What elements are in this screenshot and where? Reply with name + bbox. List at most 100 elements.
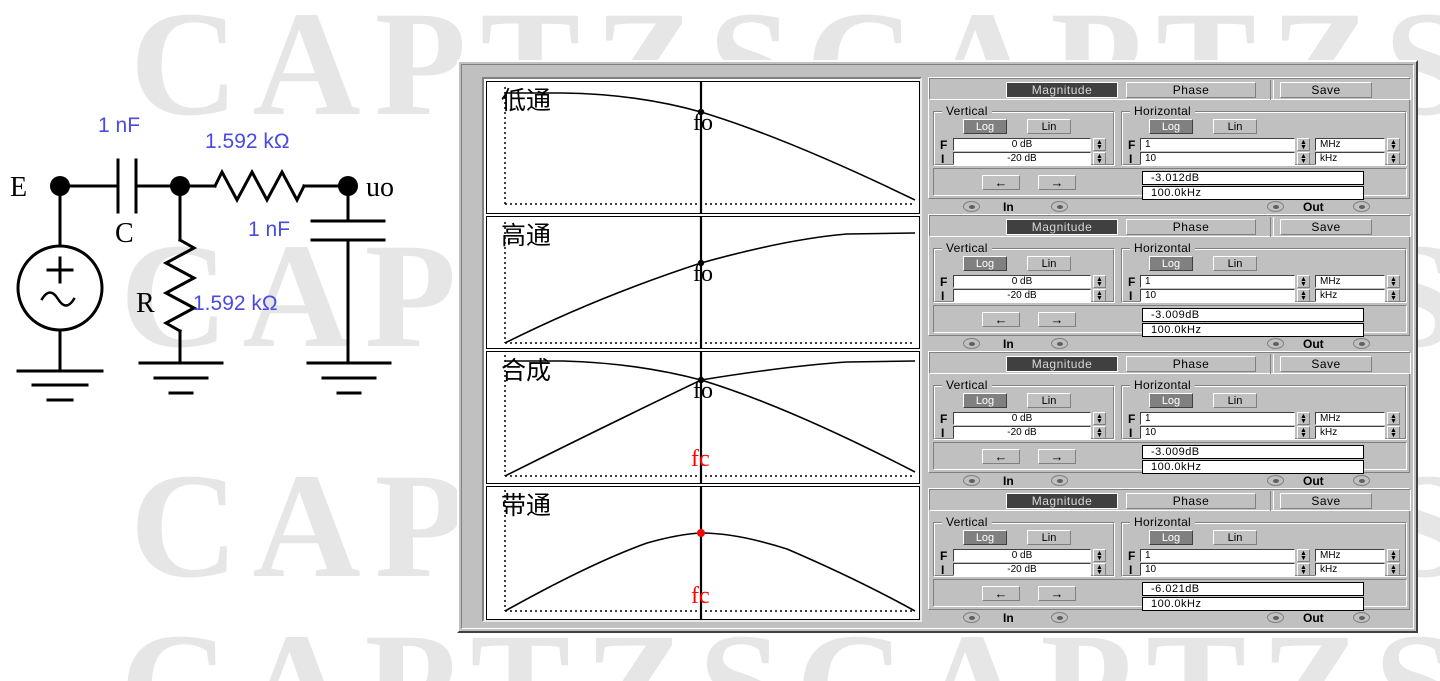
vertical-i-spinner[interactable]: ▲ ▼	[1093, 152, 1106, 165]
horizontal-i-unit-field[interactable]: kHz	[1315, 563, 1385, 576]
phase-button[interactable]: Phase	[1126, 82, 1256, 98]
horizontal-lin-button[interactable]: Lin	[1213, 256, 1257, 271]
horizontal-f-unit-field[interactable]: MHz	[1315, 138, 1385, 151]
horizontal-i-unit-field[interactable]: kHz	[1315, 152, 1385, 165]
in-terminal-right[interactable]	[1051, 612, 1068, 623]
horizontal-log-button[interactable]: Log	[1149, 256, 1193, 271]
vertical-f-spinner[interactable]: ▲ ▼	[1093, 412, 1106, 425]
vertical-i-spinner[interactable]: ▲ ▼	[1093, 289, 1106, 302]
vertical-lin-button[interactable]: Lin	[1027, 256, 1071, 271]
phase-button[interactable]: Phase	[1126, 493, 1256, 509]
horizontal-log-button[interactable]: Log	[1149, 119, 1193, 134]
vertical-lin-button[interactable]: Lin	[1027, 393, 1071, 408]
horizontal-f-spinner[interactable]: ▲ ▼	[1297, 138, 1310, 151]
horizontal-i-unit-field[interactable]: kHz	[1315, 289, 1385, 302]
out-terminal-right[interactable]	[1353, 338, 1370, 349]
horizontal-f-unit-field[interactable]: MHz	[1315, 412, 1385, 425]
cursor-right-button[interactable]: →	[1038, 449, 1076, 464]
horizontal-f-spinner[interactable]: ▲ ▼	[1297, 412, 1310, 425]
vertical-f-spinner[interactable]: ▲ ▼	[1093, 275, 1106, 288]
horizontal-i-spinner[interactable]: ▲ ▼	[1297, 152, 1310, 165]
magnitude-button[interactable]: Magnitude	[1006, 82, 1118, 98]
in-terminal-left[interactable]	[963, 338, 980, 349]
out-terminal-left[interactable]	[1267, 338, 1284, 349]
horizontal-lin-button[interactable]: Lin	[1213, 119, 1257, 134]
vertical-i-spinner[interactable]: ▲ ▼	[1093, 563, 1106, 576]
horizontal-f-unit-spinner[interactable]: ▲ ▼	[1387, 138, 1400, 151]
horizontal-f-unit-field[interactable]: MHz	[1315, 275, 1385, 288]
horizontal-i-field[interactable]: 10	[1140, 563, 1295, 576]
out-terminal-left[interactable]	[1267, 201, 1284, 212]
in-terminal-right[interactable]	[1051, 201, 1068, 212]
vertical-lin-button[interactable]: Lin	[1027, 530, 1071, 545]
vertical-f-spinner[interactable]: ▲ ▼	[1093, 549, 1106, 562]
horizontal-f-spinner[interactable]: ▲ ▼	[1297, 275, 1310, 288]
cursor-right-button[interactable]: →	[1038, 175, 1076, 190]
horizontal-i-spinner[interactable]: ▲ ▼	[1297, 426, 1310, 439]
plot-highpass[interactable]: 高通 fo	[486, 216, 920, 349]
horizontal-f-field[interactable]: 1	[1140, 412, 1295, 425]
vertical-f-spinner[interactable]: ▲ ▼	[1093, 138, 1106, 151]
cursor-left-button[interactable]: ←	[982, 449, 1020, 464]
phase-button[interactable]: Phase	[1126, 356, 1256, 372]
cursor-left-button[interactable]: ←	[982, 175, 1020, 190]
vertical-f-field[interactable]: 0 dB	[953, 412, 1091, 425]
phase-button[interactable]: Phase	[1126, 219, 1256, 235]
horizontal-f-unit-field[interactable]: MHz	[1315, 549, 1385, 562]
save-button[interactable]: Save	[1280, 356, 1372, 372]
vertical-lin-button[interactable]: Lin	[1027, 119, 1071, 134]
horizontal-f-field[interactable]: 1	[1140, 275, 1295, 288]
vertical-i-field[interactable]: -20 dB	[953, 563, 1091, 576]
vertical-i-field[interactable]: -20 dB	[953, 289, 1091, 302]
magnitude-button[interactable]: Magnitude	[1006, 493, 1118, 509]
plot-combined[interactable]: 合成 fo fc	[486, 351, 920, 484]
in-terminal-left[interactable]	[963, 475, 980, 486]
cursor-left-button[interactable]: ←	[982, 312, 1020, 327]
vertical-i-spinner[interactable]: ▲ ▼	[1093, 426, 1106, 439]
vertical-f-field[interactable]: 0 dB	[953, 275, 1091, 288]
magnitude-button[interactable]: Magnitude	[1006, 356, 1118, 372]
horizontal-f-unit-spinner[interactable]: ▲ ▼	[1387, 412, 1400, 425]
horizontal-i-unit-field[interactable]: kHz	[1315, 426, 1385, 439]
horizontal-i-unit-spinner[interactable]: ▲ ▼	[1387, 152, 1400, 165]
in-terminal-right[interactable]	[1051, 338, 1068, 349]
horizontal-log-button[interactable]: Log	[1149, 530, 1193, 545]
cursor-right-button[interactable]: →	[1038, 586, 1076, 601]
plot-bandpass[interactable]: 带通 fc	[486, 486, 920, 620]
vertical-f-field[interactable]: 0 dB	[953, 138, 1091, 151]
save-button[interactable]: Save	[1280, 219, 1372, 235]
plot-lowpass[interactable]: 低通 fo	[486, 81, 920, 214]
in-terminal-left[interactable]	[963, 612, 980, 623]
vertical-log-button[interactable]: Log	[963, 256, 1007, 271]
horizontal-f-field[interactable]: 1	[1140, 549, 1295, 562]
horizontal-f-unit-spinner[interactable]: ▲ ▼	[1387, 549, 1400, 562]
vertical-i-field[interactable]: -20 dB	[953, 152, 1091, 165]
horizontal-i-unit-spinner[interactable]: ▲ ▼	[1387, 289, 1400, 302]
out-terminal-right[interactable]	[1353, 475, 1370, 486]
magnitude-button[interactable]: Magnitude	[1006, 219, 1118, 235]
in-terminal-left[interactable]	[963, 201, 980, 212]
vertical-log-button[interactable]: Log	[963, 393, 1007, 408]
out-terminal-left[interactable]	[1267, 612, 1284, 623]
vertical-f-field[interactable]: 0 dB	[953, 549, 1091, 562]
cursor-left-button[interactable]: ←	[982, 586, 1020, 601]
vertical-log-button[interactable]: Log	[963, 530, 1007, 545]
save-button[interactable]: Save	[1280, 82, 1372, 98]
horizontal-lin-button[interactable]: Lin	[1213, 393, 1257, 408]
horizontal-log-button[interactable]: Log	[1149, 393, 1193, 408]
out-terminal-right[interactable]	[1353, 201, 1370, 212]
in-terminal-right[interactable]	[1051, 475, 1068, 486]
horizontal-i-unit-spinner[interactable]: ▲ ▼	[1387, 426, 1400, 439]
horizontal-i-field[interactable]: 10	[1140, 289, 1295, 302]
horizontal-f-unit-spinner[interactable]: ▲ ▼	[1387, 275, 1400, 288]
horizontal-i-spinner[interactable]: ▲ ▼	[1297, 563, 1310, 576]
out-terminal-left[interactable]	[1267, 475, 1284, 486]
horizontal-i-field[interactable]: 10	[1140, 152, 1295, 165]
save-button[interactable]: Save	[1280, 493, 1372, 509]
vertical-i-field[interactable]: -20 dB	[953, 426, 1091, 439]
horizontal-f-spinner[interactable]: ▲ ▼	[1297, 549, 1310, 562]
out-terminal-right[interactable]	[1353, 612, 1370, 623]
horizontal-lin-button[interactable]: Lin	[1213, 530, 1257, 545]
vertical-log-button[interactable]: Log	[963, 119, 1007, 134]
cursor-right-button[interactable]: →	[1038, 312, 1076, 327]
